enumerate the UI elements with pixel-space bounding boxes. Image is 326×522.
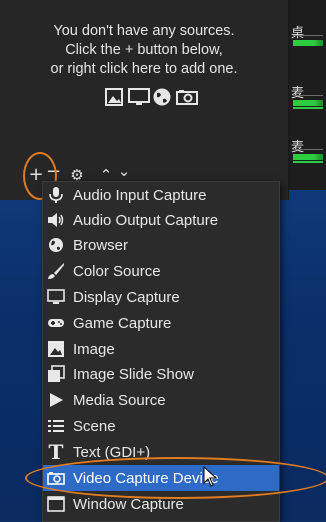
display-icon	[128, 87, 150, 107]
menu-item-browser[interactable]: Browser	[43, 232, 279, 258]
menu-item-audio-input-capture[interactable]: Audio Input Capture	[43, 182, 279, 208]
menu-item-image[interactable]: Image	[43, 336, 279, 362]
camera-icon	[176, 87, 198, 107]
mouse-cursor-icon	[203, 465, 218, 488]
remove-source-button[interactable]: −	[46, 161, 61, 183]
menu-item-window-capture[interactable]: Window Capture	[43, 491, 279, 517]
menu-item-audio-output-capture[interactable]: Audio Output Capture	[43, 207, 279, 233]
menu-item-label: Game Capture	[73, 314, 172, 332]
menu-item-text-gdi[interactable]: T Text (GDI+)	[43, 439, 279, 465]
volume-meter	[293, 154, 323, 160]
menu-item-color-source[interactable]: Color Source	[43, 258, 279, 284]
volume-meter	[293, 40, 323, 46]
menu-item-video-capture-device[interactable]: Video Capture Device	[43, 465, 279, 491]
menu-item-label: Media Source	[73, 391, 166, 409]
empty-line-3: or right click here to add one.	[50, 61, 238, 77]
monitor-icon	[45, 288, 67, 306]
menu-item-label: Audio Input Capture	[73, 186, 207, 204]
volume-meter	[293, 100, 323, 106]
audio-mixer-strip: 桌 麦 麦	[289, 0, 326, 190]
mixer-row: 桌	[289, 4, 326, 50]
menu-item-label: Color Source	[73, 262, 161, 280]
menu-item-label: Audio Output Capture	[73, 211, 219, 229]
menu-item-label: Display Capture	[73, 288, 180, 306]
move-down-button[interactable]: ⌄	[116, 160, 132, 182]
menu-item-image-slide-show[interactable]: Image Slide Show	[43, 361, 279, 387]
window-icon	[45, 495, 67, 513]
menu-item-scene[interactable]: Scene	[43, 413, 279, 439]
mixer-label: 桌	[291, 26, 305, 41]
menu-item-label: Text (GDI+)	[73, 443, 151, 461]
volume-meter	[293, 161, 323, 163]
mixer-label: 麦	[291, 140, 305, 155]
volume-meter	[293, 107, 323, 109]
microphone-icon	[45, 186, 67, 204]
text-icon: T	[48, 440, 64, 464]
gamepad-icon	[45, 314, 67, 332]
mixer-row: 麦	[289, 118, 326, 164]
list-icon	[45, 417, 67, 435]
play-icon	[45, 391, 67, 409]
mixer-slider[interactable]	[293, 149, 323, 150]
empty-line-1: You don't have any sources.	[53, 23, 235, 39]
mixer-row: 麦	[289, 64, 326, 110]
menu-item-game-capture[interactable]: Game Capture	[43, 310, 279, 336]
empty-line-2: Click the + button below,	[65, 42, 223, 58]
empty-sources-message: You don't have any sources. Click the + …	[28, 22, 260, 79]
globe-icon	[45, 236, 67, 254]
mixer-label: 麦	[291, 86, 305, 101]
slideshow-icon	[45, 365, 67, 383]
image-icon	[45, 340, 67, 358]
menu-item-display-capture[interactable]: Display Capture	[43, 284, 279, 310]
menu-item-label: Window Capture	[73, 495, 184, 513]
add-source-menu: Audio Input Capture Audio Output Capture…	[42, 181, 280, 522]
menu-item-label: Video Capture Device	[73, 469, 219, 487]
source-type-icons	[104, 86, 198, 108]
browser-icon	[152, 87, 174, 107]
menu-item-label: Image Slide Show	[73, 365, 194, 383]
menu-item-label: Browser	[73, 236, 129, 254]
menu-item-media-source[interactable]: Media Source	[43, 387, 279, 413]
brush-icon	[45, 262, 67, 280]
camera-icon	[45, 469, 67, 487]
mixer-slider[interactable]	[293, 95, 323, 96]
menu-item-label: Scene	[73, 417, 116, 435]
mixer-slider[interactable]	[293, 35, 323, 36]
image-icon	[104, 87, 126, 107]
speaker-icon	[45, 211, 67, 229]
menu-item-label: Image	[73, 340, 115, 358]
